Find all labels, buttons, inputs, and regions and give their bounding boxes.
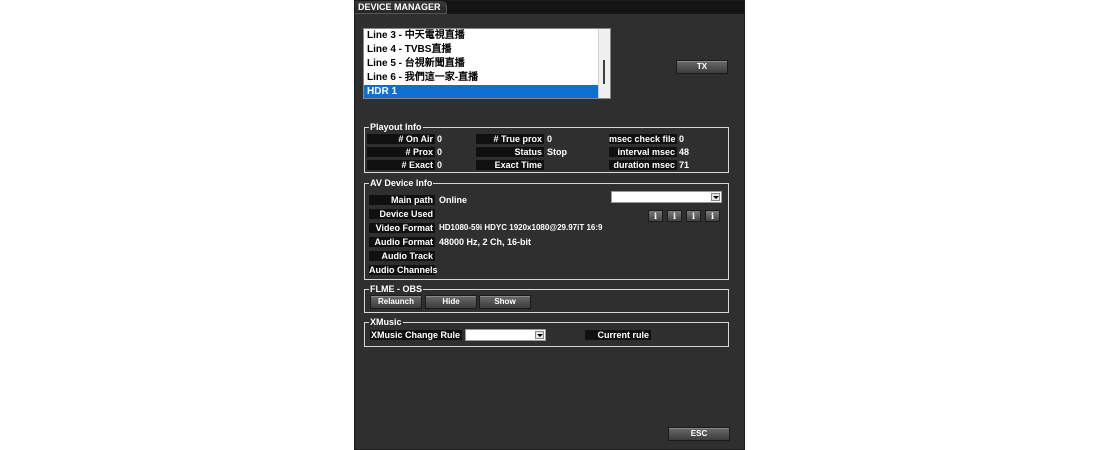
chevron-down-icon[interactable] bbox=[535, 331, 544, 339]
title-bar: DEVICE MANAGER bbox=[355, 1, 744, 14]
prox-value: 0 bbox=[437, 147, 443, 157]
line-list[interactable]: Line 3 - 中天電視直播 Line 4 - TVBS直播 Line 5 -… bbox=[363, 28, 611, 99]
video-format-value: HD1080-59i HDYC 1920x1080@29.97iT 16:9 bbox=[439, 223, 603, 232]
device-manager-window: DEVICE MANAGER Line 3 - 中天電視直播 Line 4 - … bbox=[354, 0, 745, 450]
info-icon: i bbox=[710, 211, 715, 221]
current-rule-label: Current rule bbox=[585, 330, 651, 340]
xmusic-change-rule-select[interactable] bbox=[465, 329, 546, 341]
playout-info-group: Playout Info # On Air 0 # Prox 0 # Exact… bbox=[364, 121, 729, 173]
main-path-label: Main path bbox=[369, 195, 435, 205]
interval-msec-value: 48 bbox=[679, 147, 690, 157]
on-air-label: # On Air bbox=[367, 134, 435, 144]
list-item[interactable]: Line 4 - TVBS直播 bbox=[364, 43, 598, 57]
flme-obs-title: FLME - OBS bbox=[369, 283, 423, 295]
exact-label: # Exact bbox=[367, 160, 435, 170]
list-item[interactable]: Line 3 - 中天電視直播 bbox=[364, 29, 598, 43]
status-value: Stop bbox=[547, 147, 567, 157]
relaunch-button[interactable]: Relaunch bbox=[370, 295, 422, 309]
device-used-label: Device Used bbox=[369, 209, 435, 219]
status-label: Status bbox=[476, 147, 544, 157]
audio-format-value: 48000 Hz, 2 Ch, 16-bit bbox=[439, 237, 532, 247]
list-item[interactable]: Line 5 - 台視新聞直播 bbox=[364, 57, 598, 71]
msec-check-file-label: msec check file bbox=[609, 134, 677, 144]
on-air-value: 0 bbox=[437, 134, 443, 144]
xmusic-group: XMusic XMusic Change Rule Current rule bbox=[364, 316, 729, 347]
list-item-selected[interactable]: HDR 1 bbox=[364, 85, 598, 98]
list-item[interactable]: Line 6 - 我們這一家-直播 bbox=[364, 71, 598, 85]
audio-format-label: Audio Format bbox=[369, 237, 435, 247]
chevron-down-icon[interactable] bbox=[711, 193, 720, 201]
av-device-info-group: AV Device Info Main path Online Device U… bbox=[364, 177, 729, 280]
info-button-1[interactable]: i bbox=[648, 210, 663, 222]
prox-label: # Prox bbox=[367, 147, 435, 157]
xmusic-title: XMusic bbox=[369, 316, 403, 328]
duration-msec-value: 71 bbox=[679, 160, 690, 170]
scrollbar-thumb[interactable] bbox=[603, 60, 605, 84]
exact-time-label: Exact Time bbox=[476, 160, 544, 170]
info-button-2[interactable]: i bbox=[667, 210, 682, 222]
info-icon: i bbox=[672, 211, 677, 221]
exact-value: 0 bbox=[437, 160, 443, 170]
info-icon: i bbox=[691, 211, 696, 221]
av-device-select[interactable] bbox=[611, 191, 722, 203]
info-icon: i bbox=[653, 211, 658, 221]
duration-msec-label: duration msec bbox=[609, 160, 677, 170]
window-title: DEVICE MANAGER bbox=[355, 1, 447, 14]
list-scrollbar[interactable] bbox=[598, 29, 610, 98]
info-button-4[interactable]: i bbox=[705, 210, 720, 222]
show-button[interactable]: Show bbox=[479, 295, 531, 309]
tx-button[interactable]: TX bbox=[676, 60, 728, 74]
msec-check-file-value: 0 bbox=[679, 134, 685, 144]
xmusic-change-rule-label: XMusic Change Rule bbox=[370, 330, 462, 340]
audio-channels-label: Audio Channels bbox=[369, 265, 438, 275]
video-format-label: Video Format bbox=[369, 223, 435, 233]
playout-info-title: Playout Info bbox=[369, 121, 423, 133]
audio-track-label: Audio Track bbox=[369, 251, 435, 261]
main-path-value: Online bbox=[439, 195, 468, 205]
interval-msec-label: interval msec bbox=[609, 147, 677, 157]
hide-button[interactable]: Hide bbox=[425, 295, 477, 309]
flme-obs-group: FLME - OBS Relaunch Hide Show bbox=[364, 283, 729, 313]
true-prox-label: # True prox bbox=[476, 134, 544, 144]
info-button-3[interactable]: i bbox=[686, 210, 701, 222]
true-prox-value: 0 bbox=[547, 134, 553, 144]
av-device-info-title: AV Device Info bbox=[369, 177, 434, 189]
esc-button[interactable]: ESC bbox=[668, 427, 730, 441]
